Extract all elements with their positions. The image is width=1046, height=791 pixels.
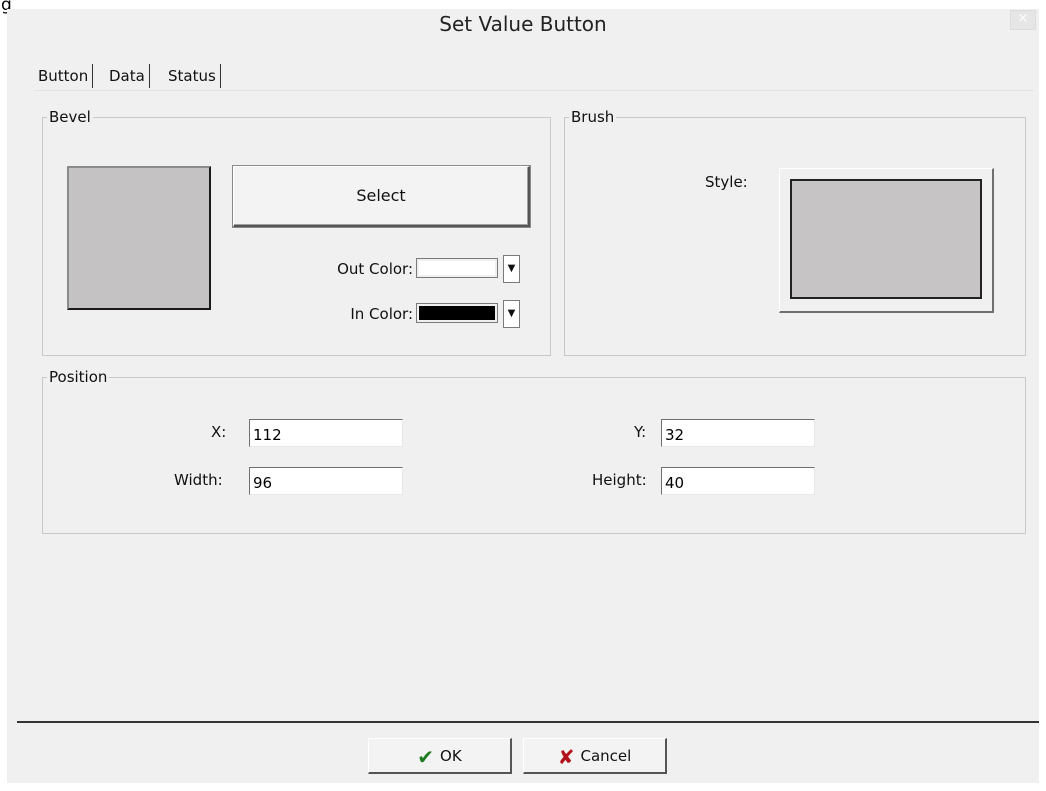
out-color-fill: [419, 261, 495, 275]
tab-button[interactable]: Button: [34, 64, 94, 88]
y-label: Y:: [634, 423, 647, 441]
brush-group-label: Brush: [569, 107, 617, 127]
out-color-row: Out Color: ▼: [233, 254, 533, 284]
x-field[interactable]: [249, 419, 403, 447]
set-value-button-dialog: Set Value Button × Button Data Status Be…: [7, 9, 1039, 783]
ok-button-label: OK: [440, 747, 462, 765]
out-color-dropdown-button[interactable]: ▼: [503, 255, 520, 283]
in-color-well[interactable]: [416, 303, 498, 323]
close-icon: ×: [1017, 11, 1029, 26]
tab-status[interactable]: Status: [164, 64, 221, 88]
x-label: X:: [211, 423, 227, 441]
position-group: Position X: Width: Y: Height:: [42, 367, 1026, 534]
tab-divider: [34, 90, 1034, 91]
out-color-well[interactable]: [416, 258, 498, 278]
in-color-label: In Color:: [350, 305, 413, 323]
in-color-row: In Color: ▼: [233, 299, 533, 329]
bevel-group: Bevel Select Out Color: ▼ In Color: ▼: [42, 107, 551, 356]
x-icon: ✘: [557, 744, 575, 769]
cancel-button[interactable]: ✘ Cancel: [523, 738, 667, 774]
brush-style-button[interactable]: [779, 168, 994, 313]
brush-group: Brush Style:: [564, 107, 1026, 356]
ok-button[interactable]: ✔ OK: [368, 738, 512, 774]
chevron-down-icon: ▼: [507, 263, 516, 274]
width-field[interactable]: [249, 467, 403, 495]
dialog-title: Set Value Button: [439, 12, 607, 36]
close-button[interactable]: ×: [1010, 10, 1036, 30]
width-label: Width:: [174, 471, 223, 489]
bevel-preview-swatch: [67, 166, 211, 310]
height-field[interactable]: [661, 467, 815, 495]
bevel-group-label: Bevel: [47, 107, 93, 127]
chevron-down-icon: ▼: [507, 308, 516, 319]
footer-divider: [17, 721, 1039, 723]
y-field[interactable]: [661, 419, 815, 447]
in-color-fill: [419, 306, 495, 320]
brush-style-swatch: [790, 179, 982, 299]
cancel-button-label: Cancel: [580, 747, 632, 765]
height-label: Height:: [592, 471, 647, 489]
in-color-dropdown-button[interactable]: ▼: [503, 300, 520, 328]
out-color-label: Out Color:: [337, 260, 413, 278]
tab-data[interactable]: Data: [105, 64, 150, 88]
select-button[interactable]: Select: [233, 166, 530, 227]
style-label: Style:: [705, 173, 748, 191]
position-group-label: Position: [47, 367, 110, 387]
checkmark-icon: ✔: [417, 744, 435, 769]
